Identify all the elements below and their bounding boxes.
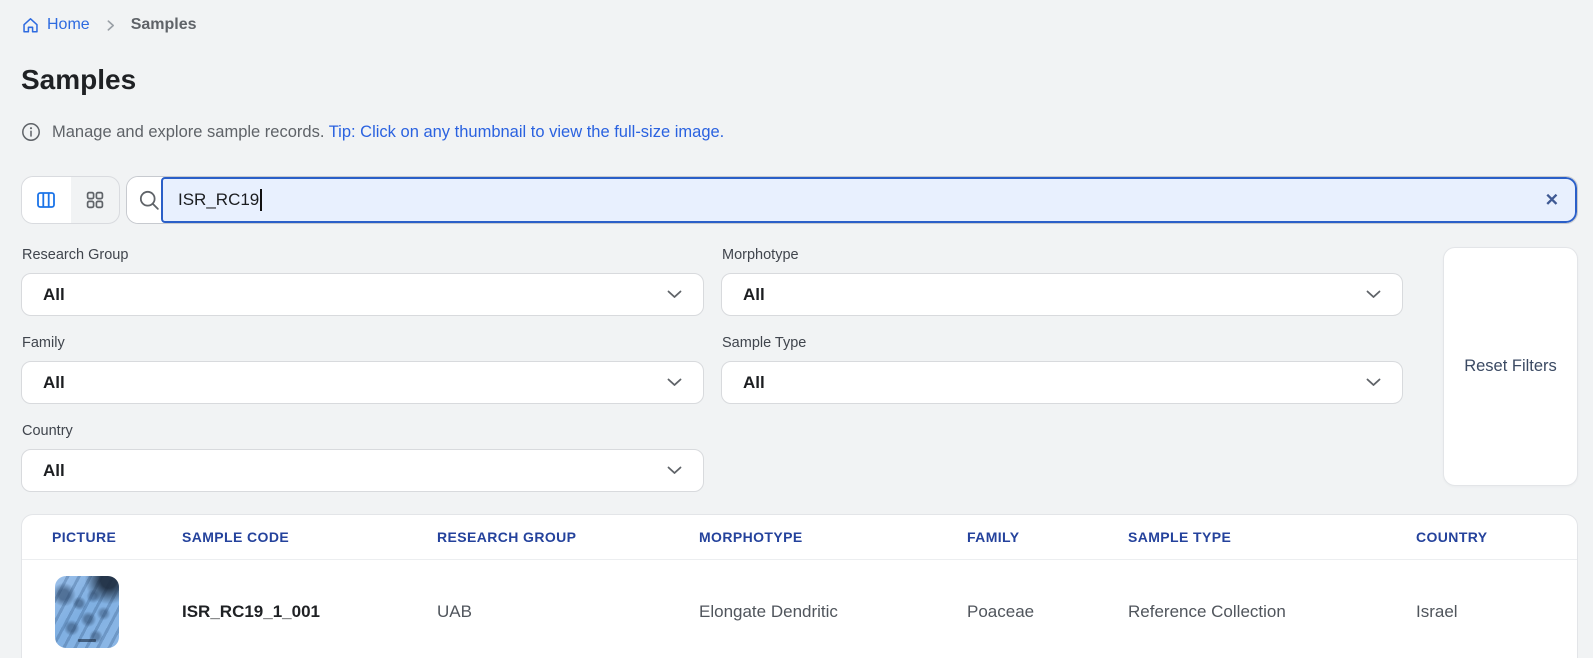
filters-panel: Research Group All Family All xyxy=(21,247,1578,492)
column-header-research-group: RESEARCH GROUP xyxy=(407,529,669,545)
info-icon xyxy=(21,122,41,142)
morphotype-value: All xyxy=(743,285,765,305)
morphotype-cell: Elongate Dendritic xyxy=(669,602,937,622)
table-row[interactable]: ISR_RC19_1_001 UAB Elongate Dendritic Po… xyxy=(22,560,1577,658)
text-caret xyxy=(260,189,262,211)
country-value: All xyxy=(43,461,65,481)
home-icon xyxy=(21,16,40,35)
chevron-down-icon xyxy=(1366,378,1381,387)
toolbar: ISR_RC19 ✕ xyxy=(21,176,1578,224)
research-group-select[interactable]: All xyxy=(21,273,704,316)
family-value: All xyxy=(43,373,65,393)
breadcrumb: Home Samples xyxy=(21,15,1578,35)
column-view-icon xyxy=(35,189,57,211)
chevron-down-icon xyxy=(667,378,682,387)
info-banner: Manage and explore sample records. Tip: … xyxy=(21,122,1578,142)
sample-thumbnail-image[interactable] xyxy=(55,576,119,648)
info-text-main: Manage and explore sample records. xyxy=(52,123,324,141)
samples-page: Home Samples Samples Manage and explore … xyxy=(0,0,1593,658)
filter-morphotype: Morphotype All xyxy=(721,247,1403,316)
chevron-right-icon xyxy=(104,19,117,32)
family-label: Family xyxy=(22,335,704,352)
grid-view-button[interactable] xyxy=(71,177,120,223)
search-bar: ISR_RC19 ✕ xyxy=(126,176,1578,224)
sample-type-label: Sample Type xyxy=(722,335,1403,352)
family-cell: Poaceae xyxy=(937,602,1098,622)
filter-research-group: Research Group All xyxy=(21,247,704,316)
country-select[interactable]: All xyxy=(21,449,704,492)
chevron-down-icon xyxy=(1366,290,1381,299)
sample-type-value: All xyxy=(743,373,765,393)
search-icon xyxy=(127,177,161,223)
morphotype-label: Morphotype xyxy=(722,247,1403,264)
research-group-label: Research Group xyxy=(22,247,704,264)
info-text: Manage and explore sample records. Tip: … xyxy=(52,123,724,142)
picture-cell xyxy=(22,576,152,648)
page-title: Samples xyxy=(21,64,1578,96)
breadcrumb-home-link[interactable]: Home xyxy=(21,16,90,35)
search-input-value: ISR_RC19 xyxy=(178,190,259,210)
chevron-down-icon xyxy=(667,466,682,475)
column-header-sample-type: SAMPLE TYPE xyxy=(1098,529,1386,545)
country-label: Country xyxy=(22,423,704,440)
filters-column-left: Research Group All Family All xyxy=(21,247,704,492)
grid-view-icon xyxy=(85,190,105,210)
filter-sample-type: Sample Type All xyxy=(721,335,1403,404)
research-group-cell: UAB xyxy=(407,602,669,622)
search-input[interactable]: ISR_RC19 ✕ xyxy=(161,177,1577,223)
table-header-row: PICTURE SAMPLE CODE RESEARCH GROUP MORPH… xyxy=(22,515,1577,560)
column-header-morphotype: MORPHOTYPE xyxy=(669,529,937,545)
sample-type-select[interactable]: All xyxy=(721,361,1403,404)
column-header-picture: PICTURE xyxy=(22,529,152,545)
chevron-down-icon xyxy=(667,290,682,299)
column-header-sample-code: SAMPLE CODE xyxy=(152,529,407,545)
breadcrumb-home-label[interactable]: Home xyxy=(47,16,90,34)
clear-search-icon[interactable]: ✕ xyxy=(1545,192,1559,209)
info-tip: Tip: Click on any thumbnail to view the … xyxy=(329,123,725,141)
view-toggle-group xyxy=(21,176,120,224)
reset-filters-button[interactable]: Reset Filters xyxy=(1443,247,1578,486)
sample-code-cell: ISR_RC19_1_001 xyxy=(152,602,407,622)
research-group-value: All xyxy=(43,285,65,305)
morphotype-select[interactable]: All xyxy=(721,273,1403,316)
country-cell: Israel xyxy=(1386,602,1577,622)
sample-type-cell: Reference Collection xyxy=(1098,602,1386,622)
breadcrumb-current: Samples xyxy=(131,16,197,34)
column-view-button[interactable] xyxy=(22,177,71,223)
column-header-country: COUNTRY xyxy=(1386,529,1577,545)
filter-family: Family All xyxy=(21,335,704,404)
column-header-family: FAMILY xyxy=(937,529,1098,545)
family-select[interactable]: All xyxy=(21,361,704,404)
samples-table: PICTURE SAMPLE CODE RESEARCH GROUP MORPH… xyxy=(21,514,1578,658)
filter-country: Country All xyxy=(21,423,704,492)
filters-column-right: Morphotype All Sample Type All xyxy=(721,247,1403,404)
